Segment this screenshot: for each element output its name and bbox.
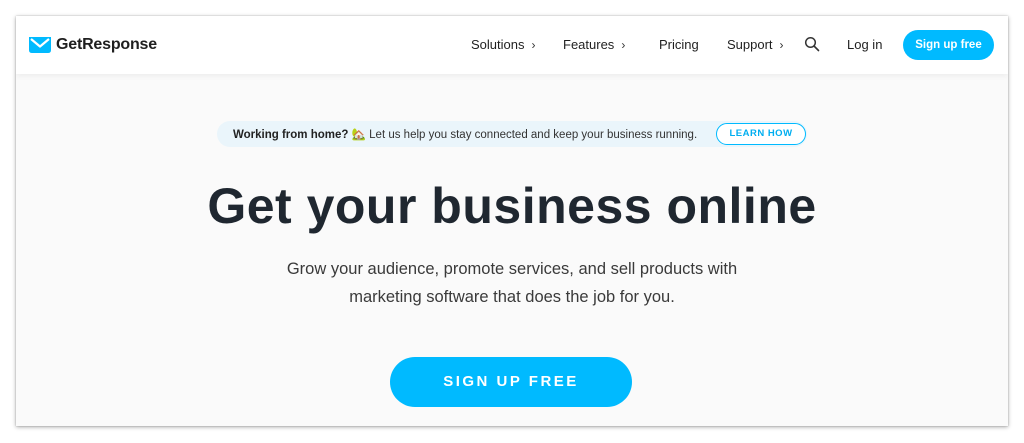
- hero-subtitle-line-2: marketing software that does the job for…: [349, 288, 675, 306]
- banner-message: Let us help you stay connected and keep …: [365, 129, 698, 141]
- banner-lead: Working from home?: [233, 129, 349, 141]
- login-link[interactable]: Log in: [847, 37, 882, 52]
- chevron-right-icon: ›: [531, 38, 536, 52]
- nav-support[interactable]: Support ›: [727, 37, 784, 52]
- nav-solutions[interactable]: Solutions ›: [471, 37, 535, 52]
- logo-text: GetResponse: [56, 36, 157, 53]
- logo[interactable]: GetResponse: [29, 33, 157, 57]
- signup-free-cta-button[interactable]: SIGN UP FREE: [390, 357, 632, 407]
- page-title: Get your business online: [207, 178, 817, 234]
- nav-features-label: Features: [563, 37, 615, 52]
- envelope-check-icon: [29, 37, 51, 53]
- nav-pricing[interactable]: Pricing: [659, 37, 699, 52]
- browser-viewport: GetResponse Solutions › Features › Pricing…: [16, 16, 1008, 426]
- nav-pricing-label: Pricing: [659, 37, 699, 52]
- search-icon[interactable]: [804, 36, 820, 52]
- banner-text: Working from home? 🏡 Let us help you sta…: [233, 127, 697, 141]
- login-label: Log in: [847, 37, 883, 52]
- announcement-banner: Working from home? 🏡 Let us help you sta…: [217, 121, 807, 147]
- nav-support-label: Support: [727, 37, 773, 52]
- hero-section: Working from home? 🏡 Let us help you sta…: [16, 74, 1008, 426]
- signup-button[interactable]: Sign up free: [903, 30, 994, 60]
- hero-subtitle-line-1: Grow your audience, promote services, an…: [286, 260, 738, 278]
- learn-how-button[interactable]: LEARN HOW: [716, 123, 806, 145]
- top-navigation: GetResponse Solutions › Features › Pricing…: [16, 16, 1008, 74]
- chevron-right-icon: ›: [779, 38, 784, 52]
- house-icon: 🏡: [351, 129, 366, 141]
- nav-features[interactable]: Features ›: [563, 37, 625, 52]
- chevron-right-icon: ›: [621, 38, 626, 52]
- nav-solutions-label: Solutions: [471, 37, 525, 52]
